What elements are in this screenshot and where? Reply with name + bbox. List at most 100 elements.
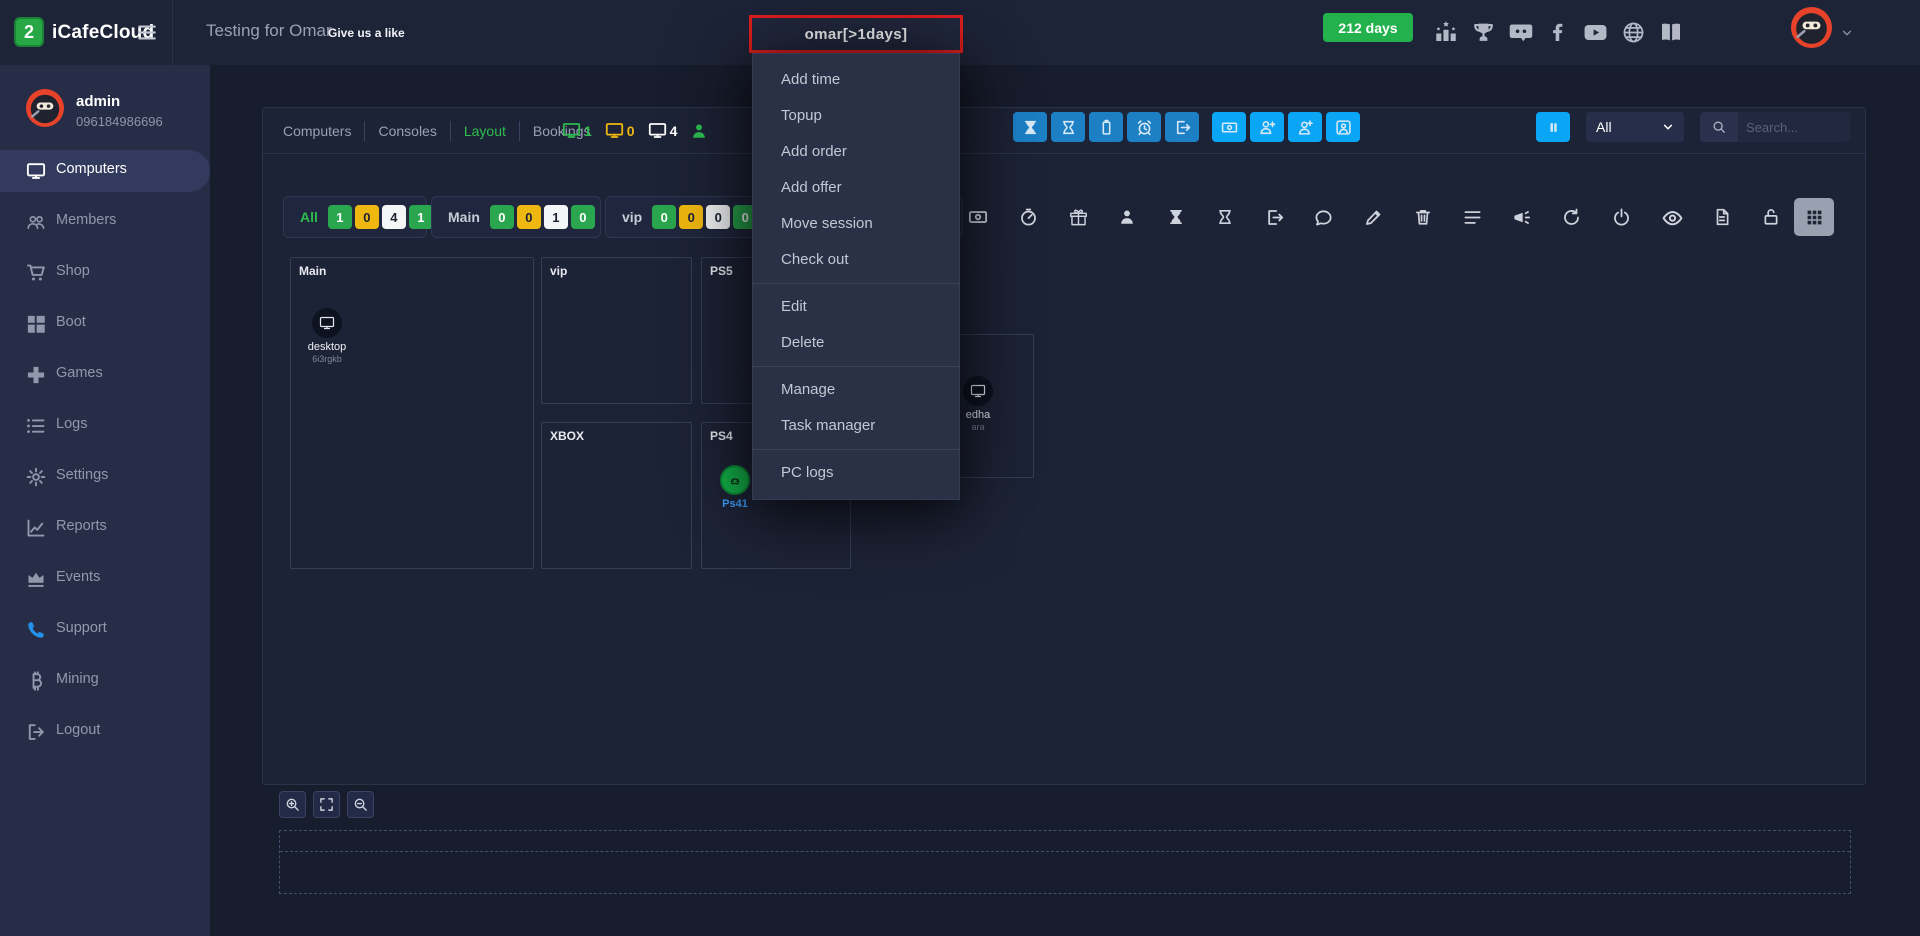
search-input[interactable]	[1738, 112, 1850, 142]
battery-button[interactable]	[1089, 112, 1123, 142]
menu-item-delete[interactable]: Delete	[753, 325, 959, 361]
give-us-a-like-link[interactable]: Give us a like	[328, 26, 405, 40]
menu-separator	[753, 449, 959, 450]
gift-icon[interactable]	[1069, 208, 1088, 227]
tab-consoles[interactable]: Consoles	[365, 123, 449, 139]
sidebar-user-phone: 096184986696	[76, 114, 163, 129]
crown-icon	[26, 569, 46, 589]
megaphone-icon[interactable]	[1512, 208, 1531, 227]
cafe-title: Testing for Omar	[206, 21, 332, 41]
unassigned-drop-area[interactable]	[279, 830, 1851, 894]
sidebar-item-logs[interactable]: Logs	[0, 405, 210, 447]
user-icon[interactable]	[1118, 208, 1136, 226]
edit-icon[interactable]	[1364, 208, 1383, 227]
sidebar-item-mining[interactable]: Mining	[0, 660, 210, 702]
tab-layout[interactable]: Layout	[451, 123, 519, 139]
sidebar-item-reports[interactable]: Reports	[0, 507, 210, 549]
counter-warning: 0	[605, 121, 635, 140]
hourglass-filled-button[interactable]	[1013, 112, 1047, 142]
monitor-icon	[648, 121, 667, 140]
menu-item-add-offer[interactable]: Add offer	[753, 170, 959, 206]
fit-screen-button[interactable]	[313, 791, 340, 818]
ninja-avatar-icon	[1791, 7, 1832, 48]
cash-button[interactable]	[1212, 112, 1246, 142]
topbar-divider	[172, 0, 173, 65]
sidebar-avatar	[26, 89, 64, 127]
menu-item-add-order[interactable]: Add order	[753, 134, 959, 170]
checkout-session-button[interactable]	[1165, 112, 1199, 142]
search-icon	[1700, 112, 1738, 142]
monitor-icon	[562, 121, 581, 140]
eye-icon[interactable]	[1662, 207, 1683, 228]
unlock-icon[interactable]	[1762, 208, 1780, 226]
hourglass-icon[interactable]	[1216, 208, 1234, 226]
sidebar-item-shop[interactable]: Shop	[0, 252, 210, 294]
timer-icon[interactable]	[1019, 208, 1038, 227]
sidebar-item-events[interactable]: Events	[0, 558, 210, 600]
gamepad-icon	[26, 365, 46, 385]
pc-desktop[interactable]: desktop 6i3rgkb	[297, 308, 357, 364]
add-member-button[interactable]	[1288, 112, 1322, 142]
zone-main: Main	[290, 257, 534, 569]
menu-item-topup[interactable]: Topup	[753, 98, 959, 134]
guide-book-icon[interactable]	[1659, 20, 1683, 44]
topbar: 2 iCafeCloud Testing for Omar Give us a …	[0, 0, 1920, 65]
menu-separator	[753, 283, 959, 284]
windows-icon	[26, 314, 46, 334]
days-remaining-badge[interactable]: 212 days	[1323, 13, 1413, 42]
youtube-icon[interactable]	[1583, 20, 1608, 45]
pause-button[interactable]	[1536, 112, 1570, 142]
sidebar-item-settings[interactable]: Settings	[0, 456, 210, 498]
menu-item-edit[interactable]: Edit	[753, 289, 959, 325]
list-icon[interactable]	[1463, 208, 1482, 227]
facebook-icon[interactable]	[1547, 21, 1569, 43]
menu-item-add-time[interactable]: Add time	[753, 62, 959, 98]
sidebar-item-games[interactable]: Games	[0, 354, 210, 396]
refresh-icon[interactable]	[1562, 208, 1581, 227]
counter-members	[690, 122, 711, 140]
delete-icon[interactable]	[1414, 208, 1432, 226]
gear-icon	[26, 467, 46, 487]
menu-item-move-session[interactable]: Move session	[753, 206, 959, 242]
trophy-icon[interactable]	[1472, 21, 1495, 44]
discord-icon[interactable]	[1509, 20, 1533, 44]
menu-item-task-manager[interactable]: Task manager	[753, 408, 959, 444]
sidebar-item-support[interactable]: Support	[0, 609, 210, 651]
zoom-out-button[interactable]	[347, 791, 374, 818]
counter-in-use: 1	[562, 121, 592, 140]
alarm-button[interactable]	[1127, 112, 1161, 142]
hourglass-dark-icon[interactable]	[1167, 208, 1185, 226]
checkout-icon[interactable]	[1265, 208, 1284, 227]
sidebar-item-logout[interactable]: Logout	[0, 711, 210, 753]
cash-icon[interactable]	[968, 207, 988, 227]
bitcoin-icon	[26, 671, 46, 691]
status-group-all[interactable]: All 1 0 4 1	[283, 196, 427, 238]
zoom-in-button[interactable]	[279, 791, 306, 818]
grid-view-toggle-button[interactable]	[1794, 198, 1834, 236]
sign-out-icon	[26, 722, 46, 742]
hamburger-icon[interactable]	[136, 23, 158, 42]
sidebar-item-boot[interactable]: Boot	[0, 303, 210, 345]
user-avatar[interactable]	[1791, 7, 1832, 48]
session-dropdown-trigger[interactable]: omar[>1days]	[749, 15, 963, 53]
status-group-main[interactable]: Main 0 0 1 0	[431, 196, 601, 238]
add-user-button[interactable]	[1250, 112, 1284, 142]
menu-item-manage[interactable]: Manage	[753, 372, 959, 408]
menu-item-pc-logs[interactable]: PC logs	[753, 455, 959, 491]
status-badges: 1 0 4 1	[328, 205, 433, 229]
sidebar-item-computers[interactable]: Computers	[0, 150, 210, 192]
power-icon[interactable]	[1612, 208, 1631, 227]
report-icon[interactable]	[1713, 208, 1731, 226]
kiosk-button[interactable]	[1326, 112, 1360, 142]
sidebar-user-name: admin	[76, 93, 120, 110]
tab-computers[interactable]: Computers	[270, 123, 364, 139]
avatar-chevron-down-icon[interactable]	[1840, 26, 1854, 40]
sidebar-item-members[interactable]: Members	[0, 201, 210, 243]
ranking-icon[interactable]	[1434, 20, 1458, 44]
menu-item-check-out[interactable]: Check out	[753, 242, 959, 278]
globe-icon[interactable]	[1622, 21, 1645, 44]
cart-icon	[26, 263, 46, 283]
hourglass-button[interactable]	[1051, 112, 1085, 142]
chat-icon[interactable]	[1314, 208, 1333, 227]
status-filter-select[interactable]: All	[1586, 112, 1684, 142]
